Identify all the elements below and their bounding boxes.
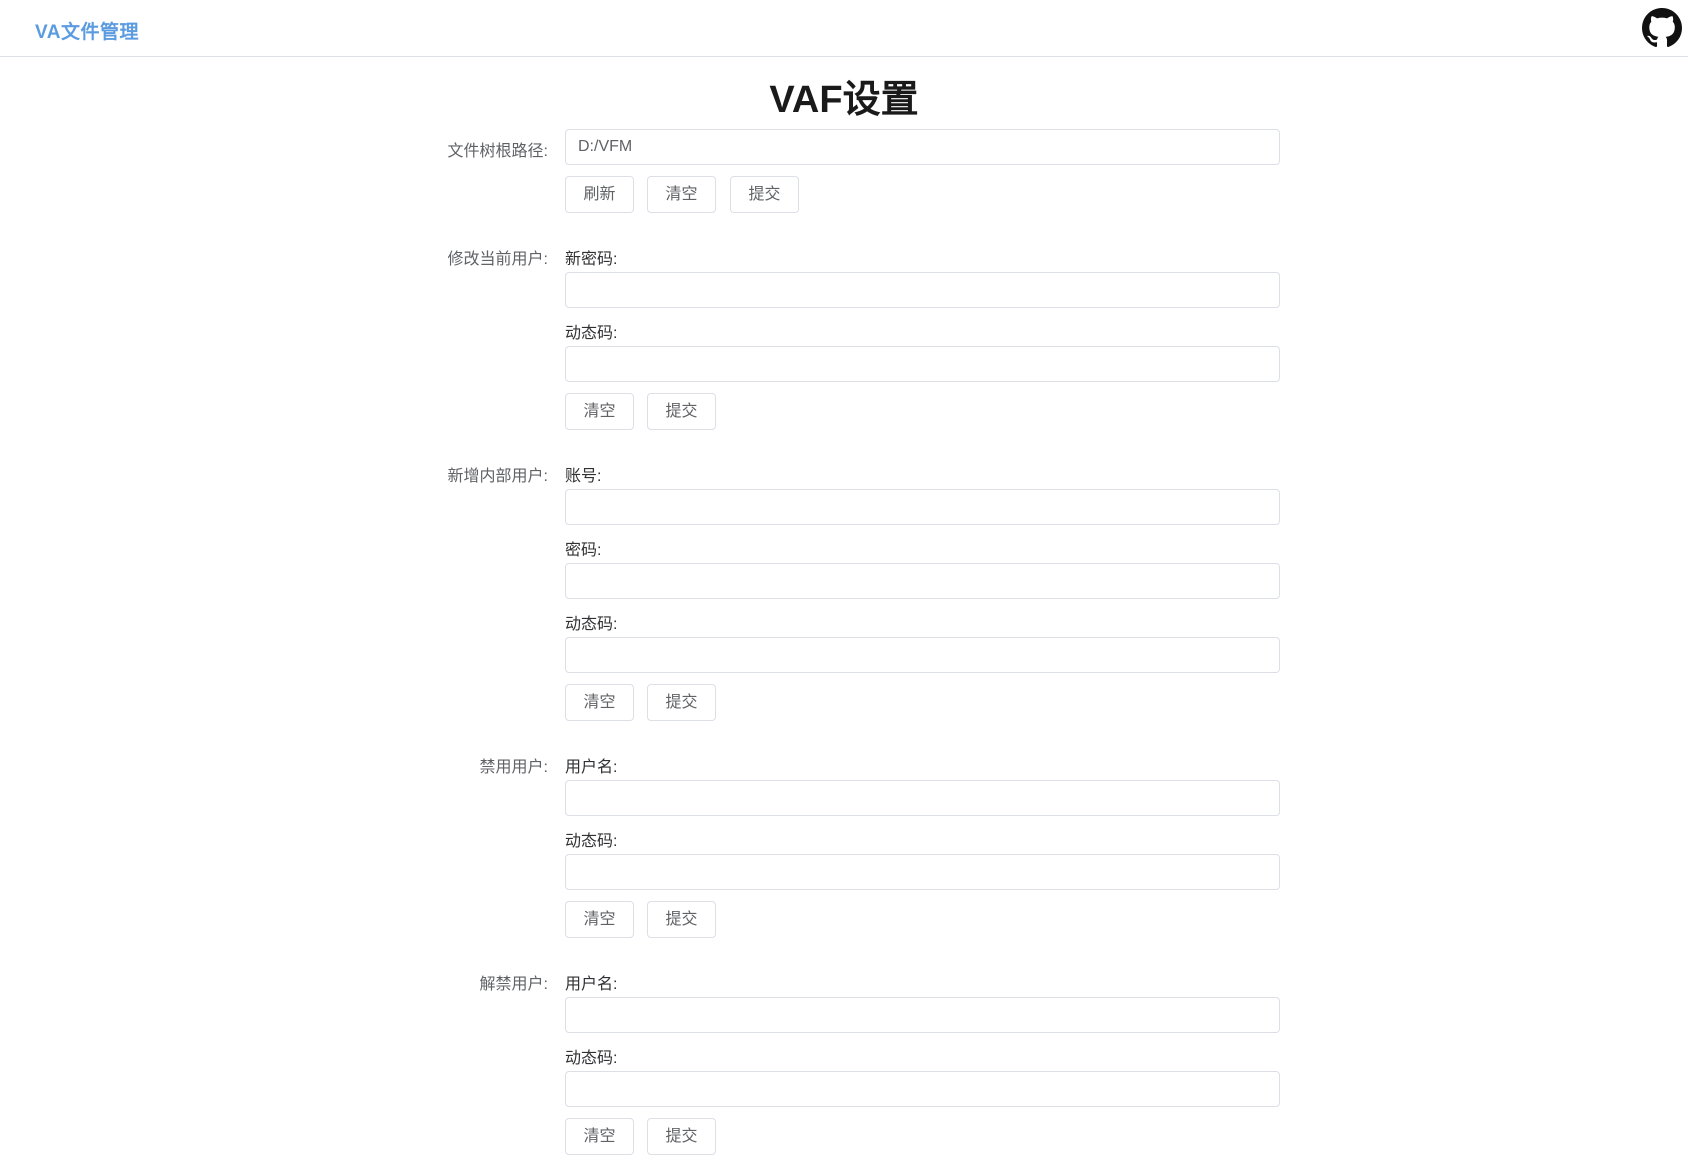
- page-title: VAF设置: [769, 79, 919, 121]
- root-path-submit-button[interactable]: 提交: [730, 176, 799, 213]
- unban-user-clear-button[interactable]: 清空: [565, 1118, 634, 1155]
- ban-user-clear-button[interactable]: 清空: [565, 901, 634, 938]
- ban-username-label: 用户名:: [565, 759, 618, 776]
- root-path-clear-button[interactable]: 清空: [647, 176, 716, 213]
- change-user-label: 修改当前用户:: [447, 251, 548, 268]
- unban-user-submit-button[interactable]: 提交: [647, 1118, 716, 1155]
- unban-username-input[interactable]: [565, 997, 1280, 1033]
- add-user-otp-label: 动态码:: [565, 616, 618, 633]
- unban-user-label: 解禁用户:: [479, 976, 548, 993]
- account-label: 账号:: [565, 468, 602, 485]
- ban-user-otp-input[interactable]: [565, 854, 1280, 890]
- password-input[interactable]: [565, 563, 1280, 599]
- root-path-label: 文件树根路径:: [447, 143, 548, 160]
- ban-user-otp-label: 动态码:: [565, 833, 618, 850]
- unban-user-otp-label: 动态码:: [565, 1050, 618, 1067]
- top-navbar: VA文件管理: [0, 0, 1688, 57]
- ban-user-submit-button[interactable]: 提交: [647, 901, 716, 938]
- new-password-label: 新密码:: [565, 251, 618, 268]
- change-user-otp-label: 动态码:: [565, 325, 618, 342]
- root-path-input[interactable]: [565, 129, 1280, 165]
- brand-logo-text[interactable]: VA文件管理: [35, 17, 139, 44]
- unban-user-otp-input[interactable]: [565, 1071, 1280, 1107]
- account-input[interactable]: [565, 489, 1280, 525]
- password-label: 密码:: [565, 542, 602, 559]
- add-user-submit-button[interactable]: 提交: [647, 684, 716, 721]
- add-user-otp-input[interactable]: [565, 637, 1280, 673]
- new-password-input[interactable]: [565, 272, 1280, 308]
- ban-user-label: 禁用用户:: [479, 759, 548, 776]
- change-user-otp-input[interactable]: [565, 346, 1280, 382]
- change-user-submit-button[interactable]: 提交: [647, 393, 716, 430]
- refresh-button[interactable]: 刷新: [565, 176, 634, 213]
- add-user-clear-button[interactable]: 清空: [565, 684, 634, 721]
- github-icon[interactable]: [1642, 8, 1682, 48]
- change-user-clear-button[interactable]: 清空: [565, 393, 634, 430]
- ban-username-input[interactable]: [565, 780, 1280, 816]
- add-user-label: 新增内部用户:: [447, 468, 548, 485]
- unban-username-label: 用户名:: [565, 976, 618, 993]
